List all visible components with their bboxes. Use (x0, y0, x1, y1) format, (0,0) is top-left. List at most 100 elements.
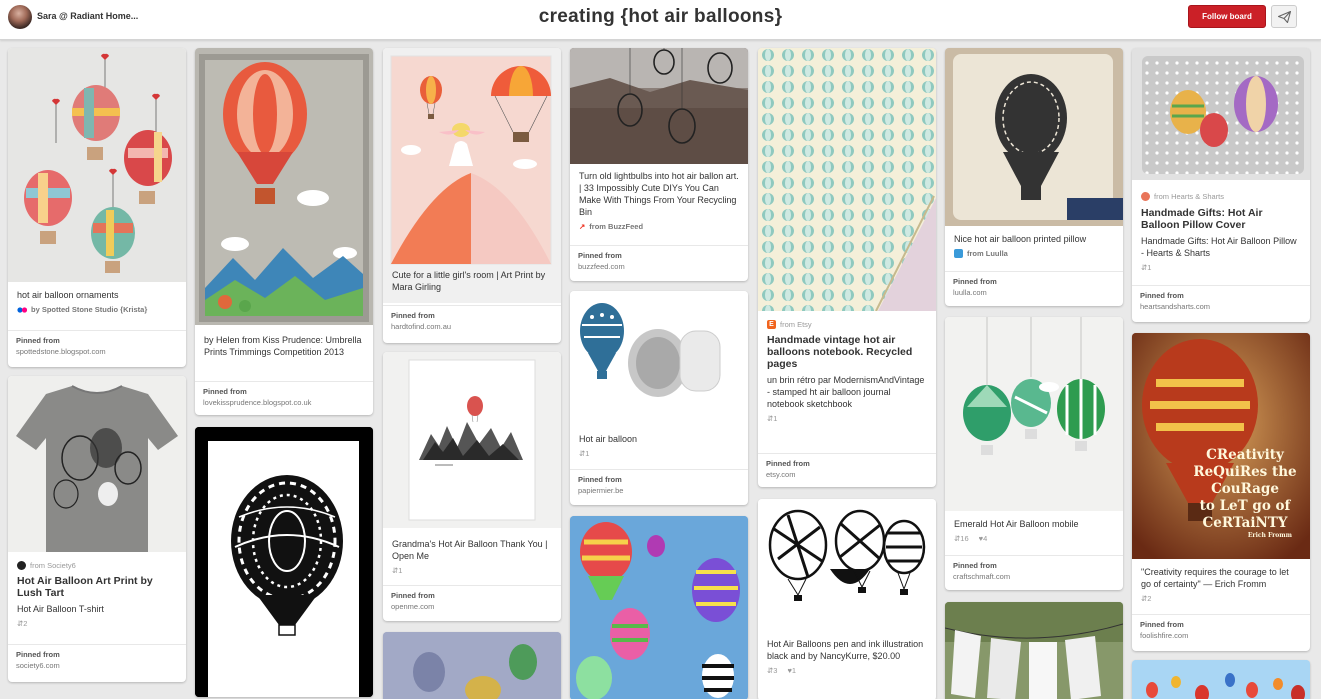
pin-description: Nice hot air balloon printed pillow (954, 234, 1087, 244)
pin-card[interactable] (383, 632, 561, 699)
pin-card[interactable]: Nice hot air balloon printed pillow from… (945, 48, 1123, 306)
pin-description: hot air balloon ornaments (17, 290, 119, 300)
pinned-from-domain[interactable]: lovekissprudence.blogspot.co.uk (203, 398, 365, 407)
pin-card[interactable]: from Society6 Hot Air Balloon Art Print … (8, 376, 186, 682)
poster-author: Erich Fromm (1247, 532, 1292, 539)
pinned-from-domain[interactable]: luulla.com (953, 288, 1115, 297)
pinned-from-label: Pinned from (391, 311, 435, 320)
pin-image[interactable] (383, 632, 561, 699)
pin-source[interactable]: by Spotted Stone Studio {Krista} (17, 305, 177, 314)
pin-card[interactable]: Cute for a little girl's room | Art Prin… (383, 48, 561, 343)
pinned-from-domain[interactable]: etsy.com (766, 470, 928, 479)
pinned-from-label: Pinned from (578, 475, 622, 484)
etsy-icon: E (767, 320, 776, 329)
pin-description: Cute for a little girl's room | Art Prin… (392, 270, 546, 292)
pin-image[interactable]: CReativity ReQuiRes the CouRage to LeT g… (1132, 333, 1310, 559)
pin-card[interactable] (195, 427, 373, 697)
pinned-from-domain[interactable]: hardtofind.com.au (391, 322, 553, 331)
send-board-button[interactable] (1271, 5, 1297, 28)
board-title: creating {hot air balloons} (538, 6, 783, 27)
pin-image[interactable] (945, 317, 1123, 511)
pin-description: "Creativity requires the courage to let … (1141, 567, 1289, 589)
pin-card[interactable]: Turn old lightbulbs into hot air ballon … (570, 48, 748, 281)
repin-icon: ⇵16 (954, 534, 969, 543)
pinned-from-domain[interactable]: buzzfeed.com (578, 262, 740, 271)
pin-source[interactable]: ↗ from BuzzFeed (579, 222, 739, 231)
pinned-from-domain[interactable]: heartsandsharts.com (1140, 302, 1302, 311)
heart-icon: ♥1 (787, 666, 797, 675)
pin-stats: ⇵3 ♥1 (767, 666, 927, 675)
pin-card[interactable]: E from Etsy Handmade vintage hot air bal… (758, 48, 936, 487)
pin-image[interactable] (570, 48, 748, 164)
pin-card[interactable]: Emerald Hot Air Balloon mobile ⇵16 ♥4 Pi… (945, 317, 1123, 590)
poster-line: CeRTaiNTY (1202, 515, 1288, 531)
pin-image[interactable] (945, 602, 1123, 699)
pin-title: Handmade vintage hot air balloons notebo… (767, 334, 913, 370)
pin-image[interactable] (195, 427, 373, 697)
pinned-from-domain[interactable]: society6.com (16, 661, 178, 670)
repin-count: ⇵1 (579, 449, 739, 458)
pinned-from-domain[interactable]: openme.com (391, 602, 553, 611)
pin-image[interactable] (383, 48, 561, 303)
pin-card[interactable]: CReativity ReQuiRes the CouRage to LeT g… (1132, 333, 1310, 651)
pin-image[interactable] (8, 48, 186, 282)
pin-card[interactable]: hot air balloon ornaments by Spotted Sto… (8, 48, 186, 367)
pin-card[interactable]: Hot air balloon ⇵1 Pinned from papiermie… (570, 291, 748, 505)
pin-image[interactable] (8, 376, 186, 552)
repin-icon: ⇵1 (579, 449, 590, 458)
pin-image[interactable] (758, 48, 936, 311)
pinned-from-label: Pinned from (953, 561, 997, 570)
pinned-from-label: Pinned from (766, 459, 810, 468)
repin-count: ⇵1 (767, 414, 927, 423)
pin-source[interactable]: E from Etsy (767, 320, 927, 329)
pin-image[interactable] (758, 499, 936, 629)
follow-board-button[interactable]: Follow board (1188, 5, 1266, 28)
pinned-from-label: Pinned from (1140, 620, 1184, 629)
repin-icon: ⇵2 (17, 619, 28, 628)
pinned-from-label: Pinned from (391, 591, 435, 600)
repin-count: ⇵2 (1141, 594, 1301, 603)
pin-description: Emerald Hot Air Balloon mobile (954, 519, 1079, 529)
pin-card[interactable]: Grandma's Hot Air Balloon Thank You | Op… (383, 352, 561, 621)
pin-image[interactable] (195, 48, 373, 325)
heart-icon: ♥4 (978, 534, 988, 543)
poster-line: CouRage (1211, 481, 1279, 497)
pin-description: Hot Air Balloon T-shirt (17, 604, 104, 614)
pin-card[interactable]: from Hearts & Sharts Handmade Gifts: Hot… (1132, 48, 1310, 322)
pin-card[interactable] (1132, 660, 1310, 699)
repin-icon: ⇵2 (1141, 594, 1152, 603)
repin-count: ⇵2 (17, 619, 177, 628)
pin-image[interactable] (945, 48, 1123, 226)
pin-source[interactable]: from Society6 (17, 561, 177, 570)
pin-description: un brin rétro par ModernismAndVintage - … (767, 375, 925, 409)
pinned-from-label: Pinned from (953, 277, 997, 286)
pin-image[interactable] (1132, 48, 1310, 180)
pinned-from-domain[interactable]: foolishfire.com (1140, 631, 1302, 640)
repin-count: ⇵1 (392, 566, 552, 575)
pin-image[interactable] (570, 516, 748, 699)
pin-card[interactable]: by Helen from Kiss Prudence: Umbrella Pr… (195, 48, 373, 415)
pinned-from-domain[interactable]: papiermier.be (578, 486, 740, 495)
luulla-icon (954, 249, 963, 258)
pin-image[interactable] (570, 291, 748, 423)
pinned-from-label: Pinned from (16, 650, 60, 659)
society6-icon (17, 561, 26, 570)
paper-plane-icon (1277, 10, 1291, 23)
pin-card[interactable] (945, 602, 1123, 699)
pin-card[interactable]: Hot Air Balloons pen and ink illustratio… (758, 499, 936, 699)
hearts-and-sharts-icon (1141, 192, 1150, 201)
poster-line: CReativity (1206, 447, 1284, 463)
pin-source[interactable]: from Hearts & Sharts (1141, 192, 1301, 201)
pinned-from-domain[interactable]: craftschmaft.com (953, 572, 1115, 581)
pin-card[interactable] (570, 516, 748, 699)
pinned-from-domain[interactable]: spottedstone.blogspot.com (16, 347, 178, 356)
repin-icon: ⇵1 (1141, 263, 1152, 272)
pin-title: Handmade Gifts: Hot Air Balloon Pillow C… (1141, 207, 1263, 231)
pin-description: Hot Air Balloons pen and ink illustratio… (767, 639, 924, 661)
flickr-icon (17, 306, 27, 313)
pinned-from-label: Pinned from (578, 251, 622, 260)
pin-image[interactable] (383, 352, 561, 528)
pin-image[interactable] (1132, 660, 1310, 699)
poster-line: ReQuiRes the (1193, 464, 1297, 480)
pin-source[interactable]: from Luulla (954, 249, 1114, 258)
